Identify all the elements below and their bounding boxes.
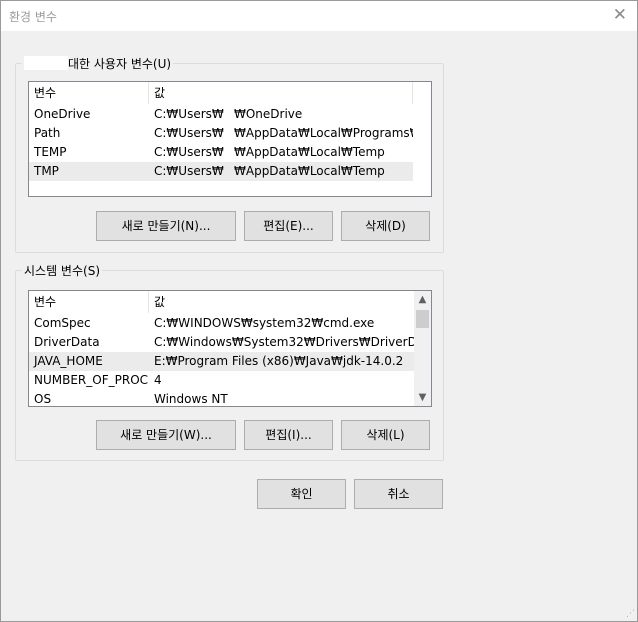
system-variables-label: 시스템 변수(S) (22, 262, 102, 279)
variable-name: NUMBER_OF_PROC... (34, 373, 149, 387)
vertical-scrollbar[interactable]: ▲ ▼ (414, 291, 431, 406)
variable-value-suffix: ₩AppData₩Local₩Temp (234, 145, 385, 159)
table-row[interactable]: TEMP C:₩Users₩ ₩AppData₩Local₩Temp (29, 143, 413, 162)
table-row[interactable]: JAVA_HOME E:₩Program Files (x86)₩Java₩jd… (29, 352, 415, 371)
table-row[interactable]: OS Windows NT (29, 390, 415, 406)
column-header-variable[interactable]: 변수 (29, 82, 149, 104)
variable-name: OneDrive (34, 107, 91, 121)
variable-name: JAVA_HOME (34, 354, 103, 368)
column-header-variable[interactable]: 변수 (29, 291, 149, 313)
variable-value-prefix: C:₩Users₩ (154, 107, 224, 121)
scroll-up-arrow-icon[interactable]: ▲ (414, 291, 431, 308)
variable-value: E:₩Program Files (x86)₩Java₩jdk-14.0.2 (154, 354, 404, 368)
user-delete-button[interactable]: 삭제(D) (341, 211, 430, 241)
redacted-username (24, 56, 68, 70)
user-list-header: 변수 값 (29, 82, 431, 104)
variable-value-prefix: C:₩Users₩ (154, 126, 224, 140)
user-new-button[interactable]: 새로 만들기(N)... (96, 211, 236, 241)
user-variables-group: 대한 사용자 변수(U) 변수 값 OneDrive C:₩Users₩ ₩On… (15, 55, 444, 253)
close-icon[interactable]: ✕ (613, 5, 627, 25)
scroll-thumb[interactable] (416, 310, 429, 328)
variable-value-suffix: ₩OneDrive (234, 107, 303, 121)
cancel-button[interactable]: 취소 (354, 479, 443, 509)
system-edit-button[interactable]: 편집(I)... (244, 420, 333, 450)
variable-name: Path (34, 126, 61, 140)
window-title: 환경 변수 (9, 10, 57, 24)
variable-name: DriverData (34, 335, 100, 349)
scroll-down-arrow-icon[interactable]: ▼ (414, 389, 431, 406)
table-row[interactable]: DriverData C:₩Windows₩System32₩Drivers₩D… (29, 333, 415, 352)
table-row[interactable]: OneDrive C:₩Users₩ ₩OneDrive (29, 105, 413, 124)
variable-value: C:₩WINDOWS₩system32₩cmd.exe (154, 316, 375, 330)
variable-name: TMP (34, 164, 59, 178)
table-row[interactable]: Path C:₩Users₩ ₩AppData₩Local₩Programs₩.… (29, 124, 413, 143)
ok-button[interactable]: 확인 (257, 479, 346, 509)
variable-value-suffix: ₩AppData₩Local₩Temp (234, 164, 385, 178)
table-row[interactable]: ComSpec C:₩WINDOWS₩system32₩cmd.exe (29, 314, 415, 333)
system-list-header: 변수 값 (29, 291, 431, 313)
table-row[interactable]: NUMBER_OF_PROC... 4 (29, 371, 415, 390)
column-header-value[interactable]: 값 (149, 291, 415, 313)
variable-name: ComSpec (34, 316, 91, 330)
user-variables-list[interactable]: 변수 값 OneDrive C:₩Users₩ ₩OneDrive Path C… (28, 81, 432, 197)
resize-grip-icon[interactable]: ⋰ (626, 609, 635, 619)
system-variables-list[interactable]: 변수 값 ComSpec C:₩WINDOWS₩system32₩cmd.exe… (28, 290, 432, 407)
variable-value-suffix: ₩AppData₩Local₩Programs₩... (234, 126, 413, 140)
system-new-button[interactable]: 새로 만들기(W)... (96, 420, 236, 450)
variable-value: C:₩Windows₩System32₩Drivers₩DriverData (154, 335, 415, 349)
variable-name: TEMP (34, 145, 67, 159)
user-variables-label: 대한 사용자 변수(U) (22, 55, 174, 72)
user-edit-button[interactable]: 편집(E)... (244, 211, 333, 241)
title-bar: 환경 변수 ✕ (1, 1, 637, 31)
column-header-value[interactable]: 값 (149, 82, 413, 104)
variable-value: Windows NT (154, 392, 228, 406)
variable-value-prefix: C:₩Users₩ (154, 164, 224, 178)
variable-name: OS (34, 392, 52, 406)
table-row[interactable]: TMP C:₩Users₩ ₩AppData₩Local₩Temp (29, 162, 413, 181)
environment-variables-dialog: 환경 변수 ✕ 대한 사용자 변수(U) 변수 값 OneDrive C:₩Us… (0, 0, 638, 622)
system-variables-group: 시스템 변수(S) 변수 값 ComSpec C:₩WINDOWS₩system… (15, 262, 444, 461)
system-delete-button[interactable]: 삭제(L) (341, 420, 430, 450)
variable-value: 4 (154, 373, 162, 387)
variable-value-prefix: C:₩Users₩ (154, 145, 224, 159)
